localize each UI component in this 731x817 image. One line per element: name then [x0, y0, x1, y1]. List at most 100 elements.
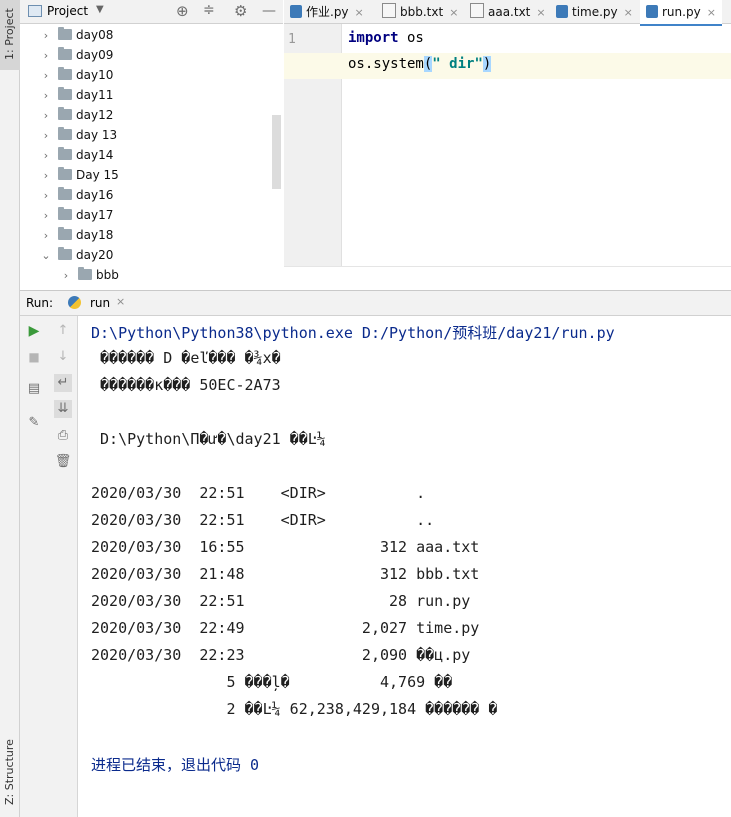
locate-icon[interactable]: ⊕ — [176, 2, 189, 20]
console-line: 2020/03/30 16:55 312 aaa.txt — [91, 538, 480, 556]
project-tree-scrollbar[interactable] — [272, 115, 281, 189]
console-line: D:\Python\Python38\python.exe D:/Python/… — [91, 324, 615, 342]
console-line: 2 ��Ŀ¼ 62,238,429,184 ������ � — [91, 700, 498, 718]
structure-tool-tab[interactable]: Z: Structure — [0, 720, 20, 810]
tree-item-label: Day 15 — [76, 168, 119, 182]
tree-item-day18[interactable]: › day18 — [40, 225, 113, 245]
chevron-right-icon[interactable]: › — [40, 186, 52, 206]
chevron-right-icon[interactable]: › — [40, 86, 52, 106]
python-run-config-icon — [68, 296, 81, 309]
python-file-icon — [290, 5, 302, 18]
close-icon[interactable]: × — [624, 6, 633, 19]
run-panel-header: Run: run × — [20, 290, 731, 316]
tree-item-day17[interactable]: › day17 — [40, 205, 113, 225]
close-icon[interactable]: × — [449, 6, 458, 19]
tab-label: aaa.txt — [488, 5, 531, 19]
console-line: D:\Python\П�ư�\day21 ��Ŀ¼ — [91, 430, 326, 448]
chevron-down-icon[interactable]: ▼ — [96, 4, 104, 15]
tree-item-label: day08 — [76, 28, 114, 42]
folder-icon — [58, 47, 72, 60]
tree-item-label: day12 — [76, 108, 114, 122]
pin-icon[interactable]: ✎ — [25, 414, 43, 432]
console-line: 2020/03/30 22:51 28 run.py — [91, 592, 471, 610]
tab-bbb-txt[interactable]: bbb.txt × — [382, 0, 458, 24]
chevron-right-icon[interactable]: › — [40, 226, 52, 246]
down-arrow-icon[interactable]: ↓ — [54, 348, 72, 366]
close-icon[interactable]: × — [536, 6, 545, 19]
tree-item-day14[interactable]: › day14 — [40, 145, 113, 165]
python-file-icon — [556, 5, 568, 18]
tab-time-py[interactable]: time.py × — [556, 0, 633, 24]
chevron-right-icon[interactable]: › — [40, 26, 52, 46]
tab-zuoye-py[interactable]: 作业.py × — [290, 0, 364, 24]
tree-item-day12[interactable]: › day12 — [40, 105, 113, 125]
project-tree: › day08 › day09 › day10 › day11 › day12 › day … — [20, 24, 283, 290]
run-console[interactable]: D:\Python\Python38\python.exe D:/Python/… — [79, 316, 731, 817]
code-editor[interactable]: import os os.system(" dir") — [343, 24, 731, 266]
folder-icon — [58, 227, 72, 240]
structure-tool-tab-label: Z: Structure — [3, 739, 16, 805]
close-icon[interactable]: × — [707, 6, 716, 19]
collapse-all-icon[interactable]: ≑ — [203, 2, 215, 18]
tab-label: time.py — [572, 5, 618, 19]
project-tool-tab-label: 1: Project — [3, 8, 16, 60]
chevron-right-icon[interactable]: › — [40, 146, 52, 166]
stop-icon[interactable]: ■ — [25, 348, 43, 366]
console-line: 2020/03/30 22:51 <DIR> . — [91, 484, 426, 502]
console-line: 5 ���ļ� 4,769 �� — [91, 673, 453, 691]
editor-bottom-area — [284, 266, 731, 290]
close-icon[interactable]: × — [116, 295, 125, 308]
rerun-icon[interactable]: ▶ — [25, 322, 43, 340]
chevron-right-icon[interactable]: › — [40, 166, 52, 186]
project-tool-tab[interactable]: 1: Project — [0, 0, 20, 70]
layout-icon[interactable]: ▤ — [25, 380, 43, 398]
folder-icon — [58, 67, 72, 80]
tree-item-day20[interactable]: ⌄ day20 — [40, 245, 113, 265]
hide-panel-icon[interactable]: — — [262, 3, 276, 19]
folder-icon — [58, 27, 72, 40]
chevron-right-icon[interactable]: › — [40, 106, 52, 126]
text-file-icon — [382, 3, 396, 18]
left-tool-strip: 1: Project Z: Structure — [0, 0, 20, 817]
gear-icon[interactable]: ⚙ — [234, 2, 247, 20]
soft-wrap-icon[interactable]: ↵ — [54, 374, 72, 392]
tab-aaa-txt[interactable]: aaa.txt × — [470, 0, 546, 24]
folder-icon — [58, 207, 72, 220]
project-panel-header: Project ▼ ⊕ ≑ ⚙ — — [20, 0, 283, 24]
code-string: " dir" — [432, 56, 483, 72]
up-arrow-icon[interactable]: ↑ — [54, 322, 72, 340]
code-paren-close: ) — [482, 56, 492, 72]
chevron-down-icon[interactable]: ⌄ — [40, 246, 52, 266]
tree-item-label: day16 — [76, 188, 114, 202]
tree-item-label: day14 — [76, 148, 114, 162]
chevron-right-icon[interactable]: › — [40, 46, 52, 66]
folder-icon — [58, 187, 72, 200]
console-line: 2020/03/30 22:23 2,090 ��ц.py — [91, 646, 471, 664]
tree-item-label: bbb — [96, 268, 119, 282]
tree-item-label: day11 — [76, 88, 114, 102]
project-view-icon — [28, 5, 42, 17]
tree-item-day-13[interactable]: › day 13 — [40, 125, 117, 145]
run-tab-label[interactable]: run — [90, 296, 110, 310]
chevron-right-icon[interactable]: › — [60, 266, 72, 286]
tree-item-day10[interactable]: › day10 — [40, 65, 113, 85]
tree-item-day16[interactable]: › day16 — [40, 185, 113, 205]
project-view-selector[interactable]: Project — [47, 4, 88, 18]
tree-item-day09[interactable]: › day09 — [40, 45, 113, 65]
tree-item-day08[interactable]: › day08 — [40, 25, 113, 45]
tab-label: bbb.txt — [400, 5, 444, 19]
chevron-right-icon[interactable]: › — [40, 66, 52, 86]
close-icon[interactable]: × — [355, 6, 364, 19]
trash-icon[interactable]: 🗑 — [54, 453, 72, 471]
console-line: 2020/03/30 22:49 2,027 time.py — [91, 619, 480, 637]
run-toolbar: ▶ ■ ▤ ✎ ↑ ↓ ↵ ⇊ ⎙ 🗑 — [20, 316, 78, 817]
tab-run-py[interactable]: run.py × — [640, 0, 722, 26]
print-icon[interactable]: ⎙ — [54, 427, 72, 445]
chevron-right-icon[interactable]: › — [40, 126, 52, 146]
tree-item-bbb[interactable]: › bbb — [60, 265, 119, 285]
tree-item-day-15[interactable]: › Day 15 — [40, 165, 119, 185]
tree-item-day11[interactable]: › day11 — [40, 85, 113, 105]
scroll-to-end-icon[interactable]: ⇊ — [54, 400, 72, 418]
chevron-right-icon[interactable]: › — [40, 206, 52, 226]
console-line: 2020/03/30 21:48 312 bbb.txt — [91, 565, 480, 583]
